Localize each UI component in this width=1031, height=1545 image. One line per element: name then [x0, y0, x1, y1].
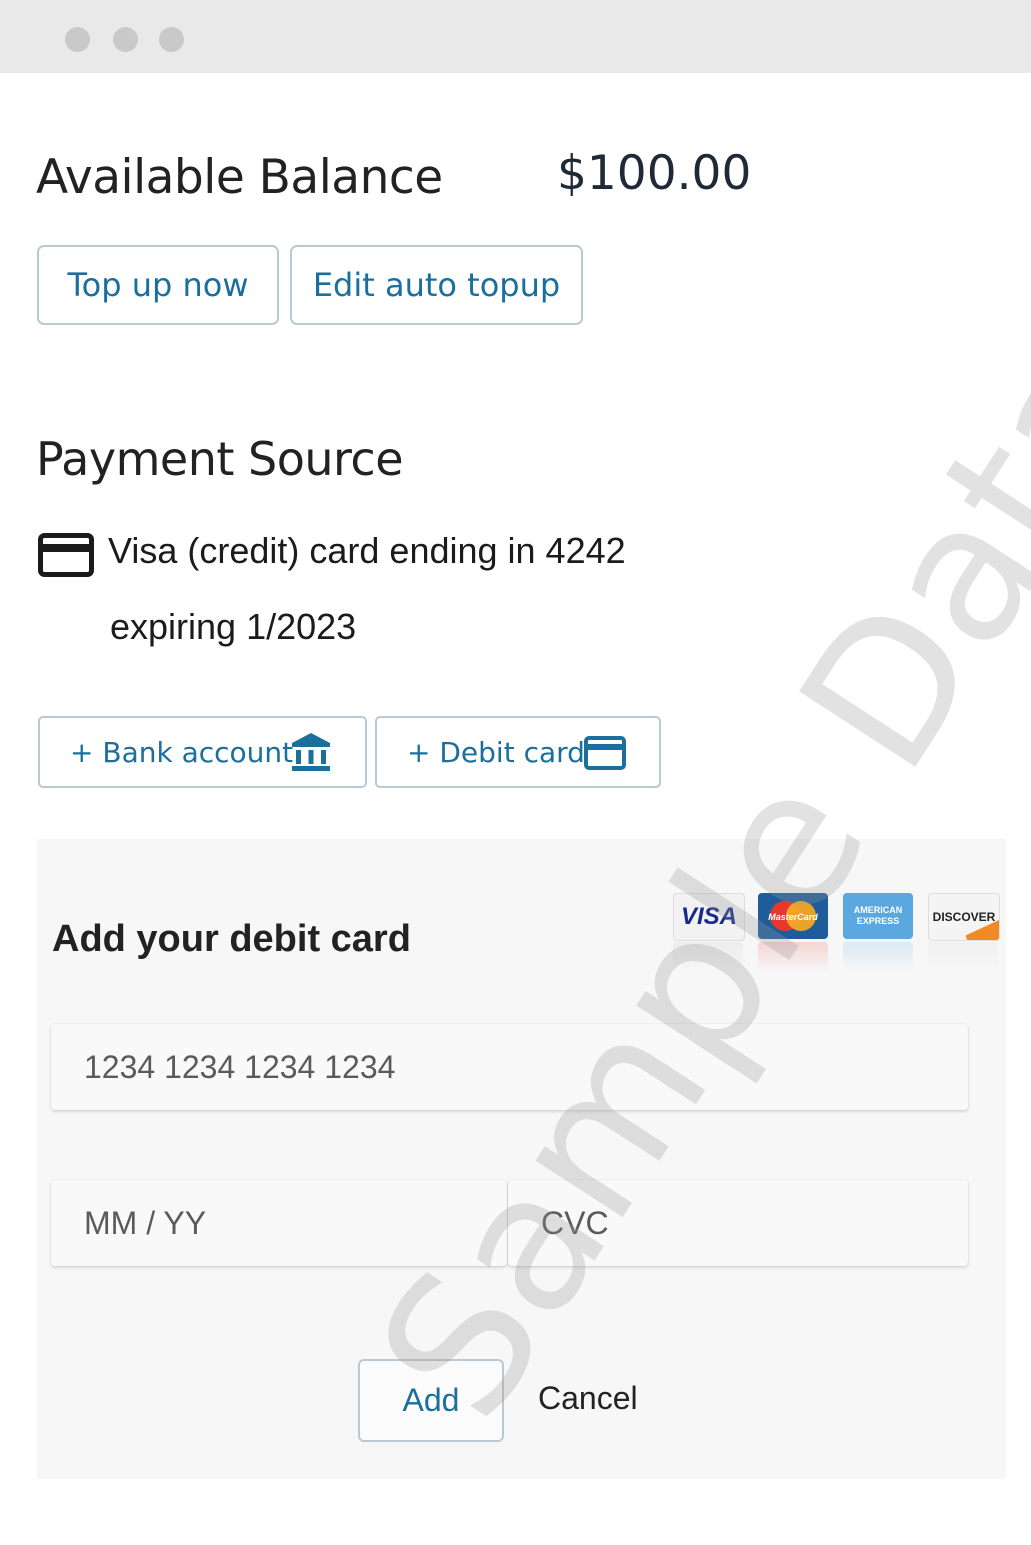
cvc-placeholder: CVC — [541, 1204, 609, 1241]
add-bank-account-button[interactable]: + Bank account — [38, 716, 367, 788]
cancel-link[interactable]: Cancel — [538, 1380, 638, 1417]
add-card-button[interactable]: Add — [358, 1359, 504, 1442]
add-debit-card-panel: Add your debit card VISA MasterCard AMER… — [37, 839, 1006, 1479]
visa-logo-icon: VISA — [673, 893, 745, 941]
add-debit-card-label: + Debit card — [407, 735, 585, 769]
window-close-dot[interactable] — [65, 27, 90, 52]
available-balance-amount: $100.00 — [557, 146, 752, 201]
card-number-placeholder: 1234 1234 1234 1234 — [84, 1048, 396, 1085]
discover-logo-icon: DISCOVER — [928, 893, 1000, 941]
mastercard-reflection — [758, 942, 828, 972]
visa-reflection — [673, 942, 743, 972]
credit-card-icon — [38, 533, 94, 582]
top-up-now-button[interactable]: Top up now — [37, 245, 279, 325]
card-expiry: expiring 1/2023 — [110, 606, 357, 647]
window-titlebar — [0, 0, 1031, 73]
card-description: Visa (credit) card ending in 4242 — [108, 530, 626, 571]
amex-logo-icon: AMERICAN EXPRESS — [843, 893, 913, 939]
svg-text:MasterCard: MasterCard — [768, 912, 818, 922]
card-number-field[interactable]: 1234 1234 1234 1234 — [51, 1024, 968, 1110]
discover-reflection — [928, 942, 998, 972]
add-debit-card-title: Add your debit card — [52, 918, 411, 960]
edit-auto-topup-button[interactable]: Edit auto topup — [290, 245, 583, 325]
mastercard-logo-icon: MasterCard — [758, 893, 828, 939]
add-debit-card-button[interactable]: + Debit card — [375, 716, 661, 788]
debit-card-icon — [584, 736, 626, 777]
amex-reflection — [843, 942, 913, 972]
cvc-field[interactable]: CVC — [508, 1180, 968, 1266]
available-balance-label: Available Balance — [36, 150, 443, 205]
window-minimize-dot[interactable] — [113, 27, 138, 52]
add-bank-account-label: + Bank account — [70, 735, 294, 769]
bank-icon — [290, 731, 332, 780]
expiry-placeholder: MM / YY — [84, 1204, 207, 1241]
expiry-field[interactable]: MM / YY — [51, 1180, 507, 1266]
window-maximize-dot[interactable] — [159, 27, 184, 52]
payment-source-title: Payment Source — [36, 432, 404, 486]
